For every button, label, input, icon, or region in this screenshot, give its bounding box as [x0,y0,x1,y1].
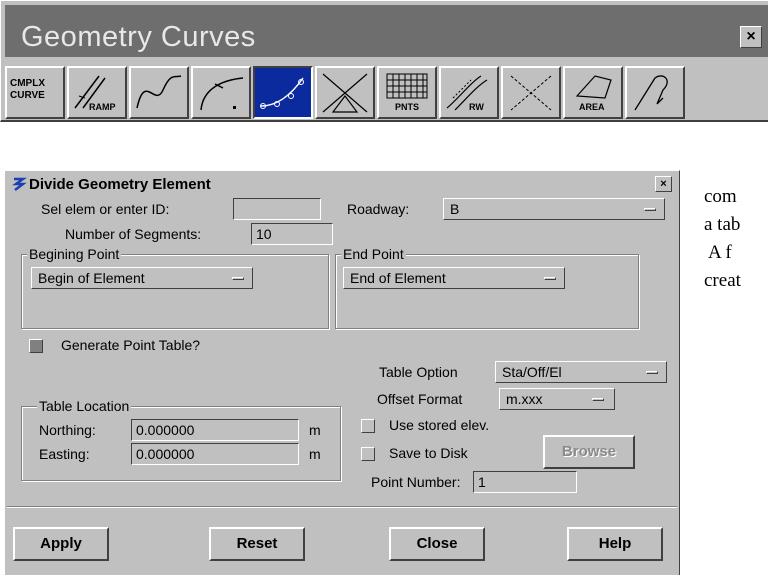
use-stored-elev-checkbox[interactable] [361,419,375,433]
point-number-input[interactable]: 1 [473,471,577,493]
document-text-line-2: a tab [704,214,741,235]
dialog-close-button[interactable]: × [655,176,672,192]
table-option-label: Table Option [379,364,458,380]
app-logo-icon [12,177,27,191]
roadway-select[interactable]: B [443,198,665,220]
offset-format-value: m.xxx [506,391,543,407]
complex-curve-label-2: CURVE [10,90,45,101]
toolbox-close-button[interactable]: × [740,26,762,48]
save-to-disk-checkbox[interactable] [361,447,375,461]
close-button[interactable]: Close [389,527,485,561]
document-text-line-4: creat [704,270,741,291]
complex-curve-label-1: CMPLX [10,78,45,89]
easting-input[interactable]: 0.000000 [131,443,299,465]
beginning-point-value: Begin of Element [38,270,145,286]
intersect-triangle-icon [322,73,368,113]
use-stored-elev-label: Use stored elev. [389,417,490,433]
easting-unit: m [309,446,321,462]
toolbox-title-bar[interactable]: Geometry Curves × [5,5,768,57]
browse-button[interactable]: Browse [543,435,635,469]
document-text-line-1: com [704,186,737,207]
ramp-label: RAMP [89,102,116,112]
end-point-value: End of Element [350,270,446,286]
northing-unit: m [309,422,321,438]
save-to-disk-label: Save to Disk [389,445,468,461]
end-point-title: End Point [341,246,406,262]
ramp-tool-button[interactable]: RAMP [67,66,127,119]
document-text-line-3: A f [708,242,732,263]
button-separator [7,506,677,508]
option-indicator-icon [644,208,656,211]
points-tool-button[interactable]: PNTS [377,66,437,119]
segments-label: Number of Segments: [65,226,202,242]
offset-format-label: Offset Format [377,391,463,407]
help-button[interactable]: Help [567,527,663,561]
dialog-title: Divide Geometry Element [29,176,211,193]
offset-format-select[interactable]: m.xxx [499,388,615,410]
roadway-label: Roadway: [347,201,410,217]
divide-geometry-element-dialog: Divide Geometry Element × Sel elem or en… [4,170,680,575]
end-point-group [335,254,639,329]
northing-input[interactable]: 0.000000 [131,419,299,441]
spiral-point-tool-button[interactable] [191,66,251,119]
area-label: AREA [579,102,605,112]
freeform-tool-button[interactable] [625,66,685,119]
geometry-curves-toolbox: Geometry Curves × CMPLX CURVE RAMP PNTS … [0,0,768,122]
table-option-select[interactable]: Sta/Off/El [495,361,667,383]
intersect-tool-button[interactable] [501,66,561,119]
spiral-point-icon [200,77,244,111]
table-location-title: Table Location [37,398,132,414]
roadway-label: RW [469,102,484,112]
s-curve-icon [136,75,182,109]
roadway-value: B [450,201,460,217]
dialog-title-bar[interactable]: Divide Geometry Element × [7,173,677,195]
generate-point-table-checkbox[interactable] [29,339,43,353]
curve-tool-button[interactable] [129,66,189,119]
divide-element-tool-button[interactable] [253,66,313,119]
sel-elem-input[interactable] [233,198,321,220]
end-point-select[interactable]: End of Element [343,267,565,289]
easting-label: Easting: [39,446,90,462]
northing-label: Northing: [39,422,96,438]
segments-input[interactable]: 10 [251,223,333,245]
generate-point-table-label: Generate Point Table? [61,337,201,353]
points-label: PNTS [395,102,420,112]
option-indicator-icon [646,371,658,374]
beginning-point-select[interactable]: Begin of Element [31,267,253,289]
option-indicator-icon [592,398,604,401]
area-tool-button[interactable]: AREA [563,66,623,119]
toolbox-title: Geometry Curves [21,21,256,53]
reset-button[interactable]: Reset [209,527,305,561]
intersect-triangle-tool-button[interactable] [315,66,375,119]
option-indicator-icon [232,277,244,280]
divide-curve-icon [260,77,304,109]
intersect-icon [510,75,552,111]
table-option-value: Sta/Off/El [502,364,562,380]
point-number-label: Point Number: [371,474,461,490]
freeform-curve-icon [634,75,668,111]
apply-button[interactable]: Apply [13,527,109,561]
sel-elem-label: Sel elem or enter ID: [41,201,170,217]
roadway-tool-button[interactable]: RW [439,66,499,119]
beginning-point-group [21,254,329,329]
beginning-point-title: Begining Point [27,246,122,262]
option-indicator-icon [544,277,556,280]
complex-curve-tool-button[interactable]: CMPLX CURVE [5,66,65,119]
